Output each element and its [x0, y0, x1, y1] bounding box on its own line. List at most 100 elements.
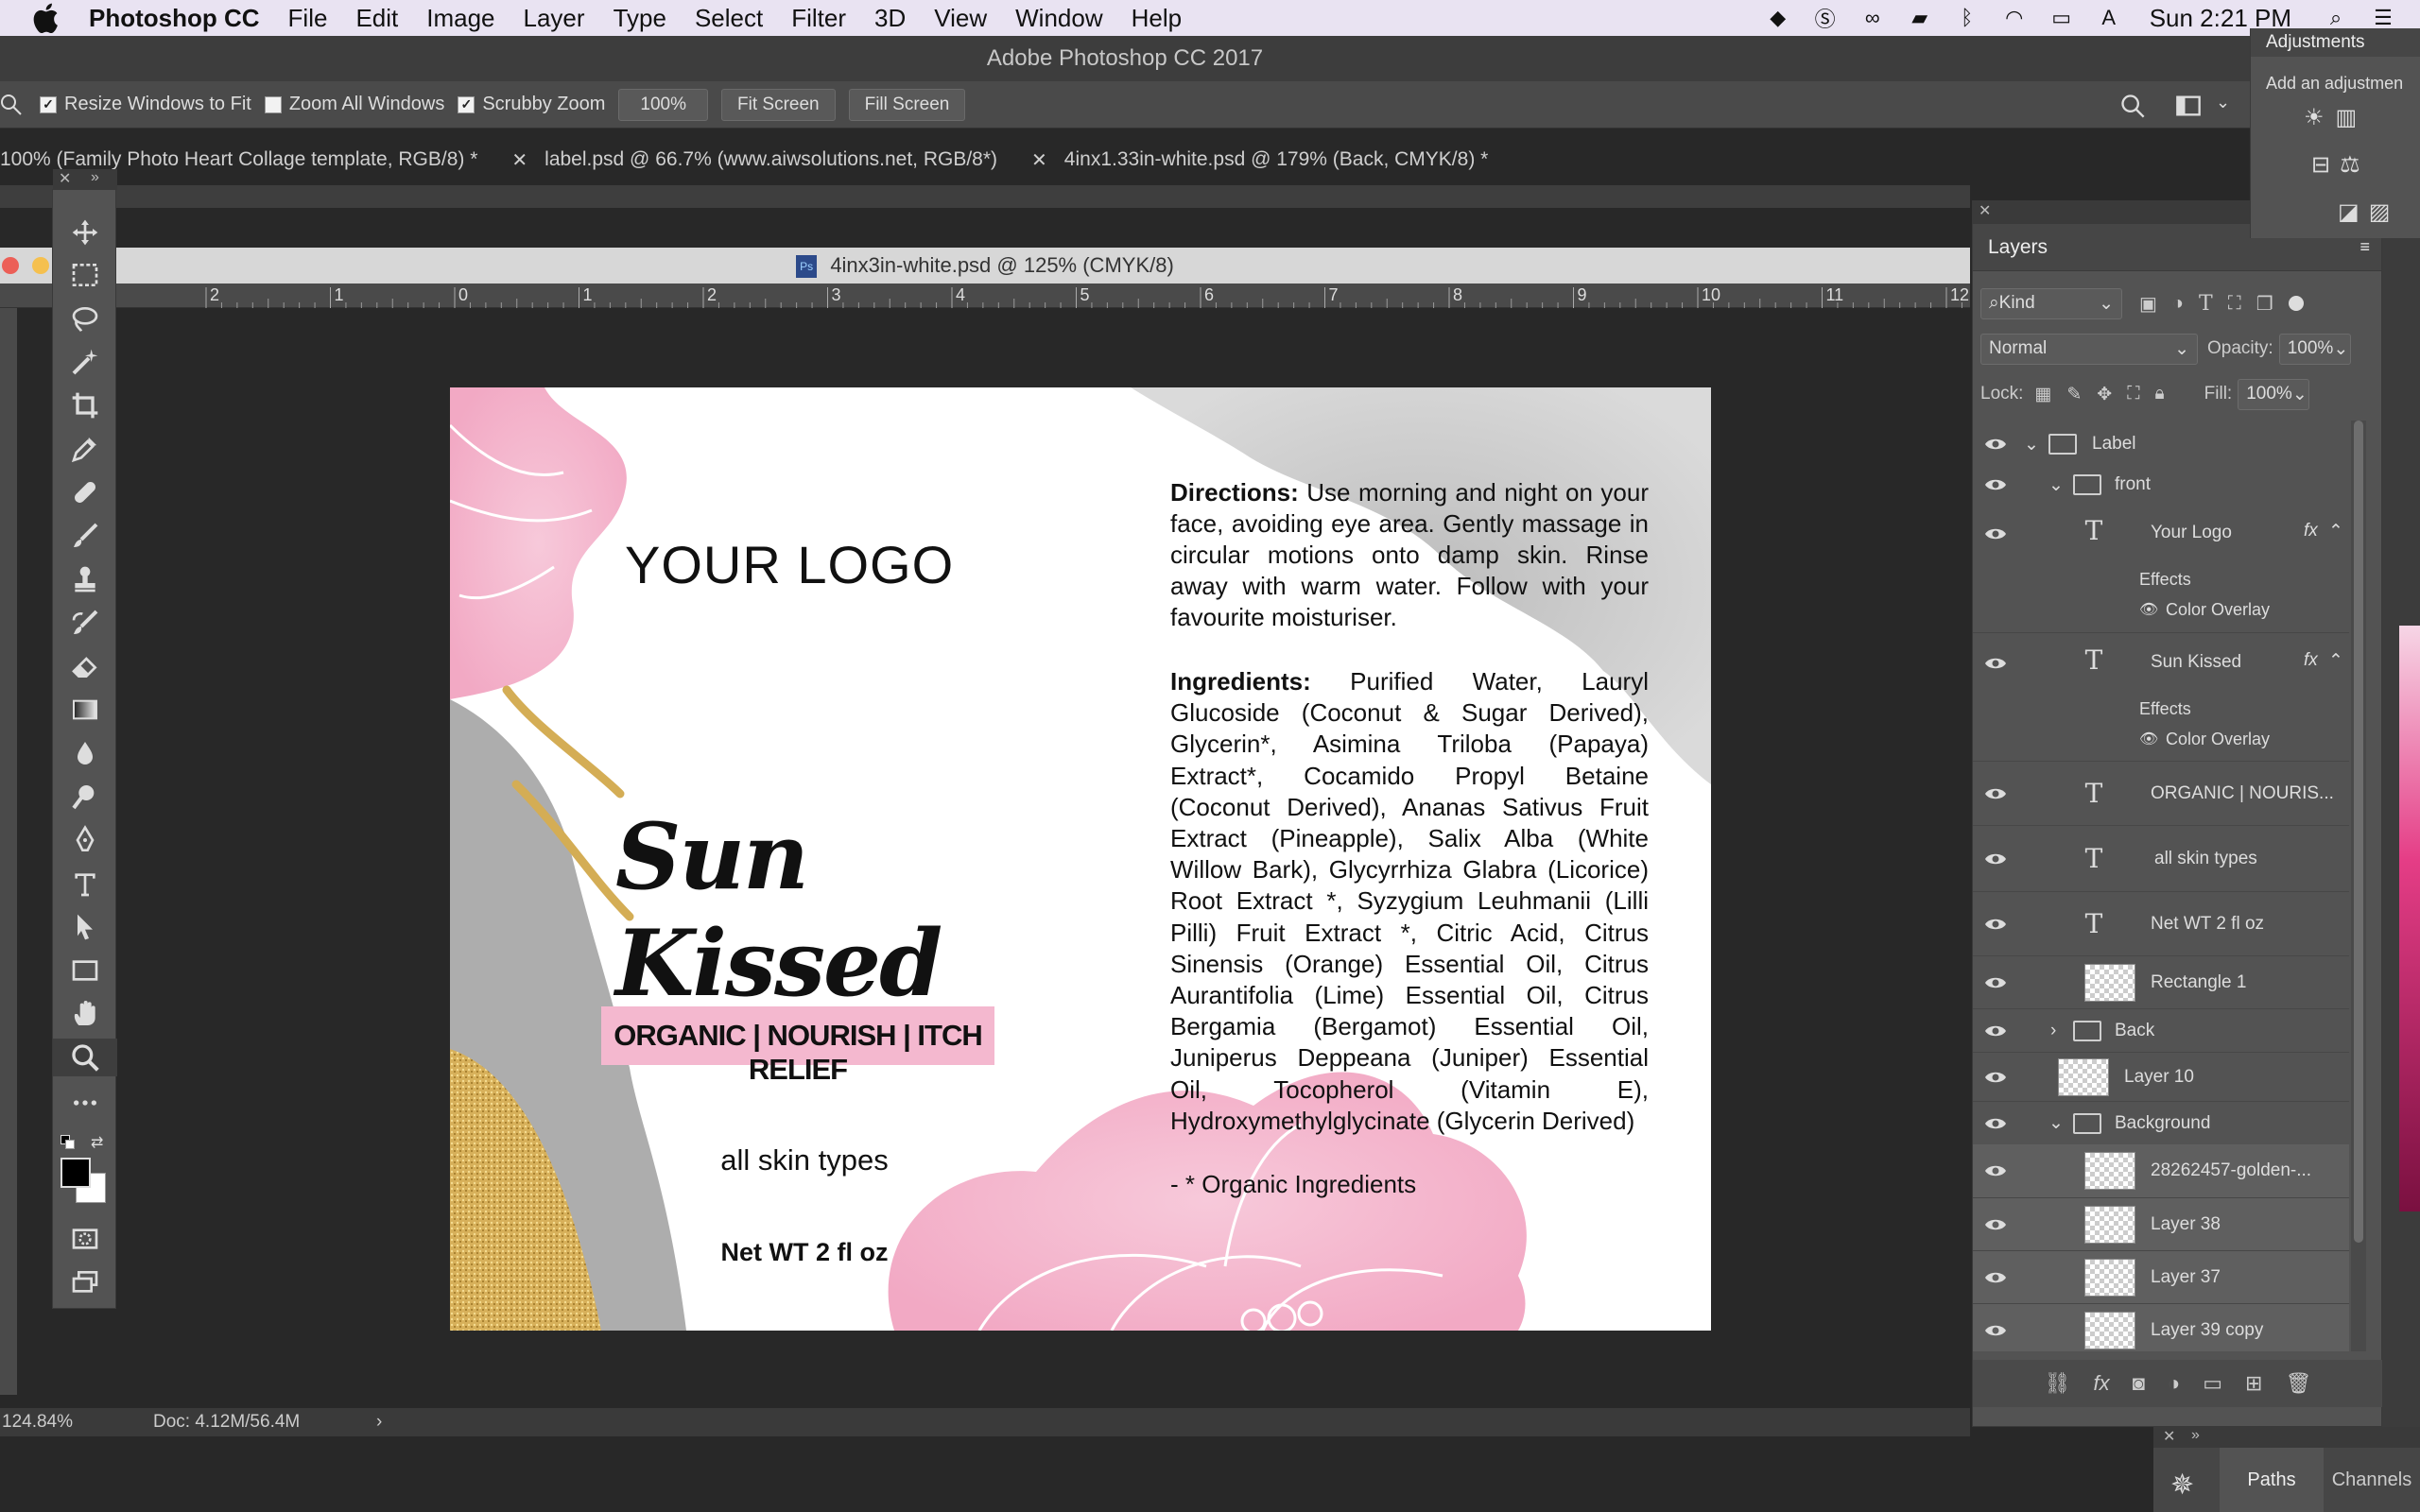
- chevron-right-icon[interactable]: ›: [2050, 1021, 2056, 1041]
- eye-icon[interactable]: [1984, 1266, 2007, 1289]
- layer-row-label-group[interactable]: ⌄ Label: [1973, 422, 2349, 466]
- lock-brush-icon[interactable]: ✎: [2066, 384, 2082, 405]
- effect-eye-icon[interactable]: 👁︎: [2139, 600, 2158, 619]
- tab-family-photo[interactable]: 100% (Family Photo Heart Collage templat…: [0, 148, 477, 171]
- pixel-filter-icon[interactable]: ▣: [2139, 292, 2157, 316]
- layer-row-front-group[interactable]: ⌄ front: [1973, 466, 2349, 504]
- chevron-up-icon[interactable]: ⌃: [2328, 521, 2343, 542]
- eye-icon[interactable]: [1984, 523, 2007, 545]
- smart-object-filter-icon[interactable]: ❐: [2256, 292, 2273, 316]
- hand-tool[interactable]: [53, 995, 117, 1033]
- layer-row-background-group[interactable]: ⌄ Background: [1973, 1101, 2349, 1144]
- menu-3d[interactable]: 3D: [874, 4, 906, 33]
- lock-position-icon[interactable]: ✥: [2097, 384, 2112, 405]
- layer-row-your-logo[interactable]: T Your Logo fx ⌃ Effects 👁︎ Color Overla…: [1973, 504, 2349, 632]
- eye-icon[interactable]: [1984, 1112, 2007, 1135]
- fill-screen-button[interactable]: Fill Screen: [848, 88, 966, 121]
- search-icon[interactable]: [2119, 93, 2146, 119]
- screen-mode-tool[interactable]: [53, 1263, 117, 1301]
- stamp-tool[interactable]: [53, 560, 117, 598]
- layer-row-back-group[interactable]: › Back: [1973, 1008, 2349, 1052]
- menu-filter[interactable]: Filter: [791, 4, 846, 33]
- tab-label-psd[interactable]: ✕ label.psd @ 66.7% (www.aiwsolutions.net…: [511, 148, 997, 172]
- panel-header[interactable]: ✕ »: [2153, 1427, 2420, 1448]
- filter-toggle-icon[interactable]: [2288, 296, 2304, 311]
- new-group-icon[interactable]: ▭: [2203, 1371, 2222, 1396]
- trash-icon[interactable]: 🗑︎: [2285, 1371, 2311, 1396]
- chevron-down-icon[interactable]: ⌄: [2048, 474, 2064, 496]
- lock-all-icon[interactable]: 🔒︎: [2155, 384, 2165, 404]
- eyedropper-tool[interactable]: [53, 430, 117, 468]
- battery-icon[interactable]: ▭: [2046, 6, 2078, 30]
- skin-types-text[interactable]: all skin types: [606, 1143, 1003, 1177]
- spotlight-icon[interactable]: ⌕: [2320, 6, 2352, 30]
- lock-artboard-icon[interactable]: ⛶: [2127, 384, 2139, 404]
- paths-panel-icon[interactable]: ✵: [2170, 1469, 2194, 1502]
- menu-help[interactable]: Help: [1132, 4, 1182, 33]
- color-balance-icon[interactable]: ⊟: [2311, 152, 2340, 178]
- document-canvas[interactable]: YOUR LOGO Sun Kissed ORGANIC | NOURISH |…: [450, 387, 1711, 1331]
- tools-panel-header[interactable]: ✕ »: [53, 169, 117, 190]
- zoom-100-button[interactable]: 100%: [618, 88, 709, 121]
- menu-app-name[interactable]: Photoshop CC: [89, 4, 260, 33]
- workspace-icon[interactable]: [2174, 93, 2203, 119]
- kind-filter-select[interactable]: ⌕Kind ⌄: [1980, 287, 2122, 319]
- collapse-icon[interactable]: »: [91, 169, 99, 186]
- fx-badge[interactable]: fx: [2304, 650, 2318, 671]
- link-layers-icon[interactable]: ⛓︎: [2045, 1371, 2071, 1396]
- adjustment-layer-icon[interactable]: ◑: [2168, 1371, 2180, 1396]
- creative-cloud-icon[interactable]: ∞: [1857, 6, 1889, 30]
- zoom-tool-icon[interactable]: [0, 94, 23, 116]
- levels-icon[interactable]: ▥: [2336, 105, 2369, 130]
- eye-icon[interactable]: [1984, 652, 2007, 675]
- tab-4inx1[interactable]: ✕ 4inx1.33in-white.psd @ 179% (Back, CMYK…: [1031, 148, 1488, 172]
- default-colors-icon[interactable]: [60, 1135, 76, 1150]
- ingredients-block[interactable]: Ingredients: Purified Water, Lauryl Gluc…: [1170, 666, 1649, 1137]
- shape-filter-icon[interactable]: ⛶: [2228, 293, 2241, 315]
- rectangle-tool[interactable]: [53, 952, 117, 989]
- layer-row-sun-kissed[interactable]: T Sun Kissed fx ⌃ Effects 👁︎ Color Overl…: [1973, 632, 2349, 761]
- dodge-tool[interactable]: [53, 778, 117, 816]
- type-filter-icon[interactable]: T: [2199, 292, 2213, 316]
- eraser-tool[interactable]: [53, 647, 117, 685]
- resize-windows-checkbox[interactable]: ✓ Resize Windows to Fit: [40, 94, 251, 115]
- chevron-down-icon[interactable]: ⌄: [2048, 1112, 2064, 1134]
- fx-icon[interactable]: fx: [2094, 1371, 2110, 1396]
- eye-icon[interactable]: [1984, 1319, 2007, 1342]
- swap-colors-icon[interactable]: ⇄: [91, 1133, 103, 1152]
- menu-view[interactable]: View: [934, 4, 987, 33]
- eye-icon[interactable]: [1984, 1213, 2007, 1236]
- layer-row-layer-39-copy[interactable]: Layer 39 copy: [1973, 1303, 2349, 1351]
- chevron-down-icon[interactable]: ⌄: [2024, 434, 2039, 455]
- lasso-tool[interactable]: [53, 300, 117, 337]
- close-icon[interactable]: ✕: [2163, 1427, 2175, 1446]
- tab-paths[interactable]: Paths: [2220, 1448, 2324, 1512]
- layer-row-golden[interactable]: 28262457-golden-...: [1973, 1144, 2349, 1197]
- menu-layer[interactable]: Layer: [524, 4, 585, 33]
- status-chevron-icon[interactable]: ›: [376, 1412, 382, 1433]
- eye-icon[interactable]: [1984, 1066, 2007, 1089]
- fit-screen-button[interactable]: Fit Screen: [721, 88, 836, 121]
- bluetooth-icon[interactable]: ᛒ: [1951, 6, 1983, 30]
- layer-row-net-wt[interactable]: T Net WT 2 fl oz: [1973, 891, 2349, 955]
- scrubby-zoom-checkbox[interactable]: ✓ Scrubby Zoom: [458, 94, 605, 115]
- opacity-input[interactable]: 100% ⌄: [2278, 333, 2351, 365]
- scrollbar-thumb[interactable]: [2354, 421, 2363, 1243]
- logo-text[interactable]: YOUR LOGO: [625, 534, 975, 595]
- vertical-ruler[interactable]: [0, 308, 17, 1395]
- add-mask-icon[interactable]: ◙: [2133, 1371, 2145, 1396]
- notification-center-icon[interactable]: ☰: [2367, 6, 2399, 30]
- zoom-readout[interactable]: 124.84%: [2, 1412, 153, 1433]
- quick-mask-tool[interactable]: [53, 1220, 117, 1258]
- organic-note-text[interactable]: - * Organic Ingredients: [1170, 1170, 1649, 1199]
- eye-icon[interactable]: [1984, 971, 2007, 994]
- move-tool[interactable]: [53, 214, 117, 251]
- document-title-bar[interactable]: Ps 4inx3in-white.psd @ 125% (CMYK/8): [0, 248, 1970, 284]
- magic-wand-tool[interactable]: [53, 343, 117, 381]
- eye-icon[interactable]: [1984, 782, 2007, 805]
- brush-tool[interactable]: [53, 517, 117, 555]
- close-icon[interactable]: ✕: [511, 148, 527, 172]
- eye-icon[interactable]: [1984, 433, 2007, 455]
- adjustments-tab[interactable]: Adjustments: [2251, 28, 2420, 57]
- gradient-map-icon[interactable]: ▨: [2369, 199, 2400, 225]
